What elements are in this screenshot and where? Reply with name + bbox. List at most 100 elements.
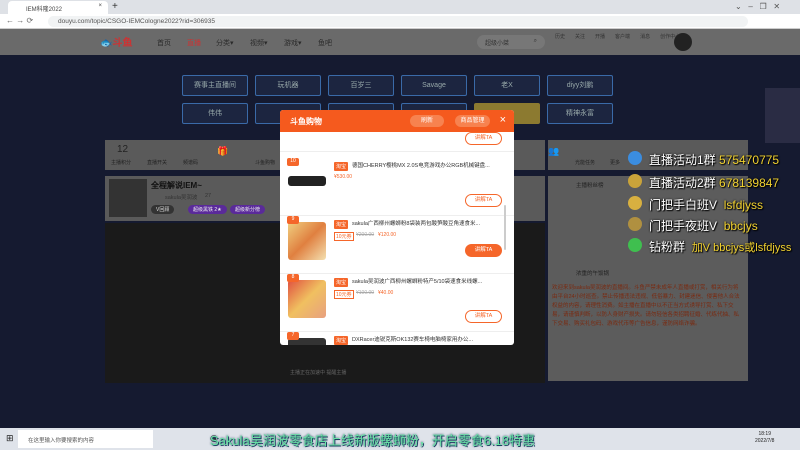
header-icons: 历史 关注 开播 客户端 消息 创作中心 [555, 33, 680, 40]
shop-title: 斗鱼购物 [290, 117, 322, 126]
nav-category[interactable]: 分类▾ [216, 38, 234, 48]
nav-live[interactable]: 直播 [187, 38, 201, 48]
hot-count: 27 [205, 193, 212, 199]
explain-button[interactable]: 讲解TA [465, 132, 502, 145]
stream-title: 全程解说IEM~ [151, 181, 202, 190]
doorknob-icon [628, 217, 642, 231]
badge[interactable]: 超级新分榜 [230, 205, 266, 214]
product-title[interactable]: 德国CHERRY樱桃MX 2.0S电竞游戏办公RGB机械键盘... [352, 161, 502, 169]
platform-tag: 淘宝 [334, 278, 349, 287]
start-icon[interactable]: ⊞ [6, 433, 14, 444]
original-price: ¥200.00 [356, 232, 375, 238]
url-text: douyu.com/topic/CSGO-IEMCologne2022?rid=… [58, 18, 215, 25]
subtitle-banner: Sakula吴润波零食店上线新版螺蛳粉，开启零食6.18特惠 [210, 433, 536, 448]
group-icon[interactable]: 👥 [548, 146, 559, 157]
search-icon: ⌕ [533, 38, 537, 44]
product-title[interactable]: sakula吴润波广西柳州螺蛳粉特产5/10袋速食米线螺... [352, 277, 502, 285]
product-price: ¥120.00 [378, 232, 397, 238]
toolbar-live-switch[interactable]: 直播开关 [147, 159, 167, 166]
nav-buttons[interactable]: ← → ⟳ [6, 16, 33, 25]
nav-game[interactable]: 游戏▾ [284, 38, 302, 48]
fans-rank-tab[interactable]: 主播粉丝榜 [576, 181, 604, 189]
avatar[interactable] [674, 33, 692, 51]
shop-item: 8 淘宝 sakula吴润波广西柳州螺蛳粉特产5/10袋速食米线螺... 10元… [280, 274, 514, 332]
product-image[interactable] [288, 222, 326, 260]
browser-tab-bar: IEM科隆2022 × + ⌄ – ❐ ✕ [0, 0, 800, 14]
product-title[interactable]: DXRacer迪锐克斯OK132赛车椅电脑椅家用办公... [352, 335, 502, 343]
chat-user[interactable]: 浓重的午饭锅 [576, 269, 609, 277]
taskbar-search[interactable]: 在这里输入你要搜索的内容 [18, 430, 153, 448]
new-tab-icon[interactable]: + [112, 1, 118, 12]
product-price: ¥530.00 [334, 174, 353, 180]
shop-item: 10 淘宝 德国CHERRY樱桃MX 2.0S电竞游戏办公RGB机械键盘... … [280, 158, 514, 216]
browser-tab[interactable]: IEM科隆2022 × [8, 1, 108, 14]
window-controls[interactable]: ⌄ – ❐ ✕ [735, 2, 780, 11]
close-icon[interactable]: × [500, 114, 506, 126]
coupon-tag: 10元券 [334, 290, 354, 299]
toolbar-spectrum[interactable]: 频谱码 [183, 159, 198, 166]
shop-item: 9 淘宝 sakula广西柳州螺蛳粉8袋装两包酸笋酸豆角速食米... 10元券 … [280, 216, 514, 274]
side-thumbnail[interactable] [765, 88, 800, 143]
product-image[interactable] [288, 280, 326, 318]
streamer-name[interactable]: sakula吴润波 [165, 193, 197, 201]
score-value: 12 [117, 144, 129, 155]
room-button[interactable]: 玩机器 [255, 75, 321, 96]
rank-badge: 9 [287, 216, 299, 224]
badge[interactable]: V回顾 [151, 205, 175, 214]
follow-icon[interactable]: 关注 [575, 33, 585, 40]
qq-icon [628, 151, 642, 165]
scrollbar[interactable] [504, 205, 506, 250]
douyu-logo[interactable]: 🐟斗鱼 [100, 34, 132, 49]
message-icon[interactable]: 消息 [640, 33, 650, 40]
product-price: ¥40.00 [378, 290, 394, 296]
badge[interactable]: 超级黑铁 2★ [188, 205, 227, 214]
toolbar-shop[interactable]: 斗鱼购物 [255, 159, 275, 166]
client-icon[interactable]: 客户端 [615, 33, 630, 40]
product-title[interactable]: sakula广西柳州螺蛳粉8袋装两包酸笋酸豆角速食米... [352, 219, 502, 227]
overlay-value: 加V bbcjys或lsfdjyss [691, 242, 792, 254]
toolbar-light-task[interactable]: 光能任务 [575, 159, 595, 166]
room-button[interactable]: 伟伟 [182, 103, 248, 124]
overlay-value: bbcjys [723, 219, 758, 233]
coin-icon [628, 174, 642, 188]
tab-title: IEM科隆2022 [26, 7, 63, 13]
room-button[interactable]: diyy刘鹏 [547, 75, 613, 96]
shop-popup: 斗鱼购物 刷新 商品管理 × 讲解TA 10 淘宝 德国CHERRY樱桃MX 2… [280, 110, 514, 345]
clock[interactable]: 18:19 2022/7/8 [755, 431, 774, 445]
shop-popup-header: 斗鱼购物 刷新 商品管理 × [280, 110, 514, 132]
refresh-button[interactable]: 刷新 [410, 115, 444, 127]
explain-button-active[interactable]: 讲解TA [465, 244, 502, 257]
nav-yuba[interactable]: 鱼吧 [318, 38, 332, 48]
overlay-value: 678139847 [719, 176, 780, 190]
explain-button[interactable]: 讲解TA [465, 194, 502, 207]
video-footer: 主播正在加速中 提醒主播 [290, 370, 347, 376]
overlay-label: 直播活动1群 [649, 153, 716, 167]
overlay-label: 钻粉群 [649, 240, 686, 254]
url-input[interactable]: douyu.com/topic/CSGO-IEMCologne2022?rid=… [48, 16, 748, 27]
broadcast-icon[interactable]: 开播 [595, 33, 605, 40]
room-button[interactable]: 精神永富 [547, 103, 613, 124]
shop-item: 7 淘宝 DXRacer迪锐克斯OK132赛车椅电脑椅家用办公... [280, 332, 514, 345]
explain-button[interactable]: 讲解TA [465, 310, 502, 323]
original-price: ¥100.00 [356, 290, 375, 296]
toolbar-more[interactable]: 更多 [610, 159, 620, 166]
close-tab-icon[interactable]: × [98, 3, 102, 9]
room-button[interactable]: 百岁三 [328, 75, 394, 96]
history-icon[interactable]: 历史 [555, 33, 565, 40]
score-label: 主播积分 [111, 160, 132, 166]
room-button[interactable]: Savage [401, 75, 467, 96]
streamer-avatar[interactable] [109, 179, 147, 217]
coupon-tag: 10元券 [334, 232, 354, 241]
room-button[interactable]: 赛事主直播间 [182, 75, 248, 96]
room-button[interactable]: 老X [474, 75, 540, 96]
shop-item: 讲解TA [280, 132, 514, 152]
wechat-icon [628, 238, 642, 252]
nav-home[interactable]: 首页 [157, 38, 171, 48]
gift-icon[interactable]: 🎁 [217, 146, 228, 157]
rank-badge: 7 [287, 332, 299, 340]
chat-notice: 欢迎来到sakula吴润波的直播间。斗鱼严禁未成年人直播或打赏，相关行为将由平台… [552, 285, 740, 327]
search-input[interactable]: 超级小桀 ⌕ [477, 35, 545, 49]
manage-goods-button[interactable]: 商品管理 [455, 115, 490, 127]
nav-video[interactable]: 视频▾ [250, 38, 268, 48]
product-image[interactable] [288, 176, 326, 186]
